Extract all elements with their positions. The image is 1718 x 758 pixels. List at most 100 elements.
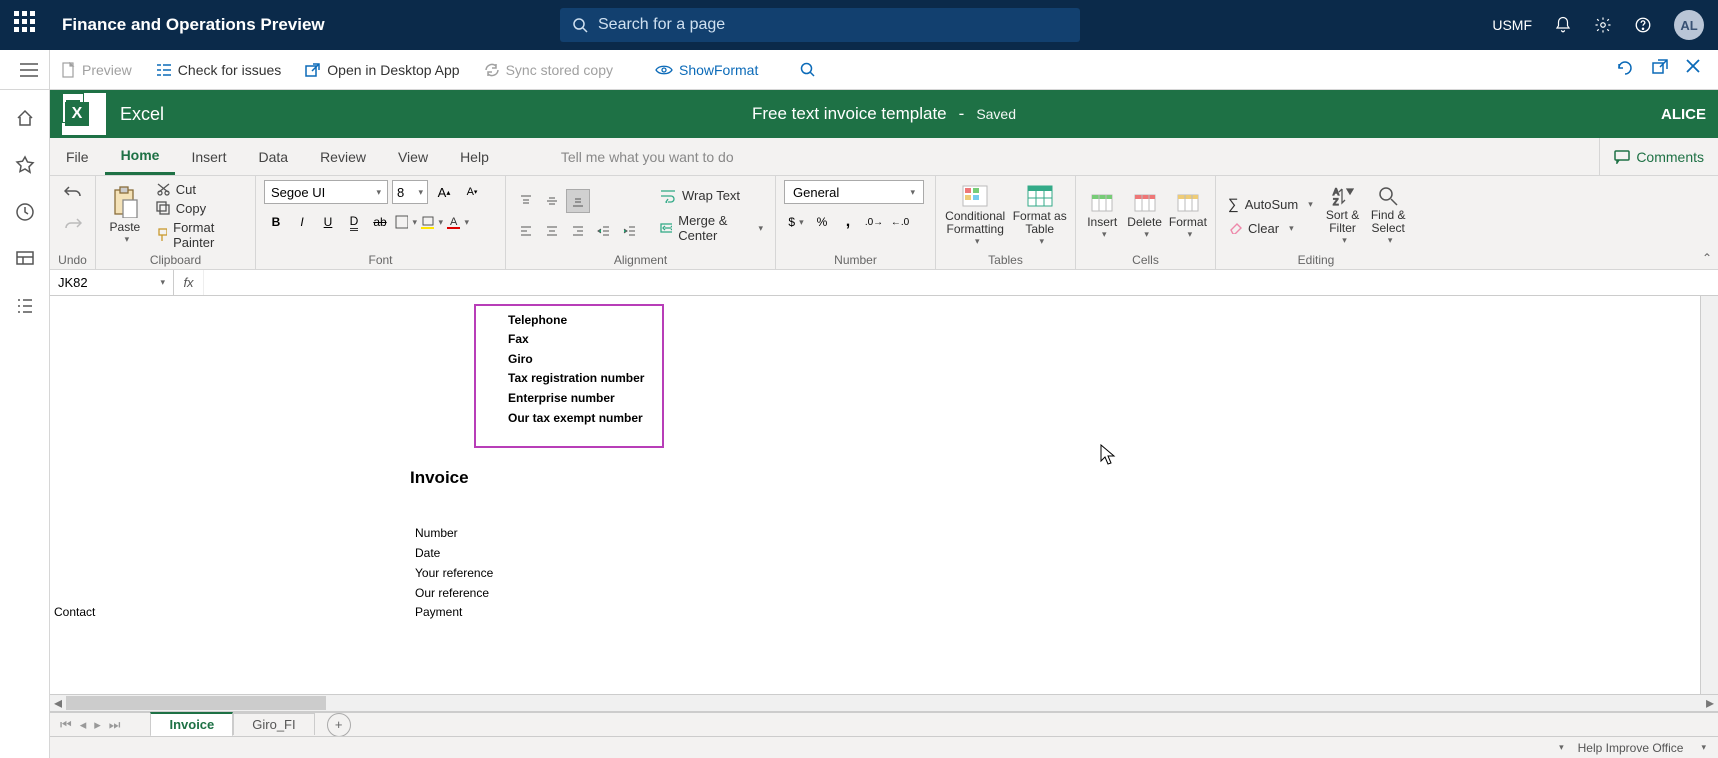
cell-our-ref[interactable]: Our reference <box>415 586 489 600</box>
sheet-tab-invoice[interactable]: Invoice <box>150 712 233 737</box>
nav-workspaces-icon[interactable] <box>15 249 35 274</box>
popout-button[interactable] <box>1652 59 1668 80</box>
horizontal-scrollbar[interactable]: ◂ ▸ <box>50 694 1718 712</box>
cell-giro[interactable]: Giro <box>508 352 533 366</box>
bell-icon[interactable] <box>1554 16 1572 34</box>
cell-tax-exempt[interactable]: Our tax exempt number <box>508 411 643 425</box>
cell-your-ref[interactable]: Your reference <box>415 566 493 580</box>
currency-button[interactable]: $▾ <box>784 210 808 234</box>
cell-enterprise[interactable]: Enterprise number <box>508 391 615 405</box>
tab-insert[interactable]: Insert <box>175 138 242 175</box>
sync-button[interactable]: Sync stored copy <box>484 62 613 78</box>
strikethrough-button[interactable]: ab <box>368 210 392 234</box>
status-menu[interactable]: ▾ <box>1559 742 1564 753</box>
fx-button[interactable]: fx <box>174 270 204 295</box>
collapse-ribbon-button[interactable]: ⌃ <box>1702 251 1712 265</box>
cut-button[interactable]: Cut <box>152 181 247 198</box>
fill-color-button[interactable]: ▾ <box>420 210 444 234</box>
percent-button[interactable]: % <box>810 210 834 234</box>
delete-cells-button[interactable]: Delete▾ <box>1126 191 1162 240</box>
nav-modules-icon[interactable] <box>15 296 35 321</box>
company-code[interactable]: USMF <box>1492 17 1532 33</box>
conditional-formatting-button[interactable]: Conditional Formatting▾ <box>944 184 1006 247</box>
add-sheet-button[interactable]: + <box>327 713 351 737</box>
nav-recent-icon[interactable] <box>15 202 35 227</box>
align-middle-button[interactable] <box>540 189 564 213</box>
align-center-button[interactable] <box>540 219 564 243</box>
tab-help[interactable]: Help <box>444 138 505 175</box>
nav-favorites-icon[interactable] <box>15 155 35 180</box>
border-button[interactable]: ▾ <box>394 210 418 234</box>
global-search[interactable]: Search for a page <box>560 8 1080 42</box>
paste-button[interactable]: Paste▾ <box>104 186 146 245</box>
align-left-button[interactable] <box>514 219 538 243</box>
autosum-button[interactable]: ∑AutoSum▾ <box>1224 195 1317 214</box>
bold-button[interactable]: B <box>264 210 288 234</box>
grow-font-button[interactable]: A▴ <box>432 180 456 204</box>
toolbar-search-button[interactable] <box>800 62 816 78</box>
help-improve-link[interactable]: Help Improve Office <box>1578 741 1684 755</box>
underline-button[interactable]: U <box>316 210 340 234</box>
show-format-button[interactable]: ShowFormat <box>655 62 758 78</box>
cell-telephone[interactable]: Telephone <box>508 313 567 327</box>
align-right-button[interactable] <box>566 219 590 243</box>
nav-toggle[interactable] <box>8 50 50 89</box>
tab-review[interactable]: Review <box>304 138 382 175</box>
open-desktop-button[interactable]: Open in Desktop App <box>305 62 459 78</box>
comments-button[interactable]: Comments <box>1599 138 1718 175</box>
refresh-button[interactable] <box>1616 59 1634 80</box>
clear-button[interactable]: Clear▾ <box>1224 220 1317 237</box>
tab-file[interactable]: File <box>50 138 105 175</box>
cell-tax-reg[interactable]: Tax registration number <box>508 371 644 385</box>
cell-contact[interactable]: Contact <box>54 605 95 619</box>
comma-button[interactable]: , <box>836 210 860 234</box>
sheet-nav-first[interactable]: ⏮ <box>60 717 72 733</box>
format-as-table-button[interactable]: Format as Table▾ <box>1012 184 1067 247</box>
sheet-nav-next[interactable]: ▸ <box>94 717 101 733</box>
close-button[interactable] <box>1686 59 1700 80</box>
tab-view[interactable]: View <box>382 138 444 175</box>
find-select-button[interactable]: Find & Select▾ <box>1368 185 1408 246</box>
insert-cells-button[interactable]: Insert▾ <box>1084 191 1120 240</box>
cell-fax[interactable]: Fax <box>508 332 529 346</box>
cell-invoice-header[interactable]: Invoice <box>410 468 469 488</box>
document-title[interactable]: Free text invoice template <box>752 104 947 124</box>
tab-home[interactable]: Home <box>105 138 176 175</box>
decrease-decimal-button[interactable]: ←.0 <box>888 210 912 234</box>
gear-icon[interactable] <box>1594 16 1612 34</box>
decrease-indent-button[interactable] <box>592 219 616 243</box>
format-painter-button[interactable]: Format Painter <box>152 219 247 251</box>
increase-decimal-button[interactable]: .0→ <box>862 210 886 234</box>
user-avatar[interactable]: AL <box>1674 10 1704 40</box>
increase-indent-button[interactable] <box>618 219 642 243</box>
sort-filter-button[interactable]: AZSort & Filter▾ <box>1323 185 1363 246</box>
align-top-button[interactable] <box>514 189 538 213</box>
cell-number[interactable]: Number <box>415 526 458 540</box>
number-format-select[interactable]: General▾ <box>784 180 924 204</box>
cell-date[interactable]: Date <box>415 546 440 560</box>
redo-button[interactable] <box>61 212 85 236</box>
font-size-select[interactable]: 8▾ <box>392 180 428 204</box>
app-launcher-icon[interactable] <box>14 11 42 39</box>
scroll-left-button[interactable]: ◂ <box>50 695 66 711</box>
zoom-menu[interactable]: ▾ <box>1701 742 1706 753</box>
undo-button[interactable] <box>61 180 85 204</box>
align-bottom-button[interactable] <box>566 189 590 213</box>
copy-button[interactable]: Copy <box>152 200 247 217</box>
sheet-tab-giro[interactable]: Giro_FI <box>233 713 314 735</box>
cell-payment[interactable]: Payment <box>415 605 462 619</box>
spreadsheet-grid[interactable]: Telephone Fax Giro Tax registration numb… <box>50 296 1718 736</box>
sheet-nav-last[interactable]: ⏭ <box>109 717 121 733</box>
name-box[interactable]: JK82▾ <box>50 270 174 295</box>
tab-data[interactable]: Data <box>242 138 304 175</box>
preview-button[interactable]: Preview <box>62 62 132 78</box>
help-icon[interactable] <box>1634 16 1652 34</box>
tell-me-input[interactable]: Tell me what you want to do <box>545 138 750 175</box>
scroll-right-button[interactable]: ▸ <box>1702 695 1718 711</box>
format-cells-button[interactable]: Format▾ <box>1169 191 1207 240</box>
italic-button[interactable]: I <box>290 210 314 234</box>
merge-center-button[interactable]: Merge & Center▾ <box>656 212 767 244</box>
excel-user[interactable]: ALICE <box>1661 106 1706 123</box>
double-underline-button[interactable]: D <box>342 210 366 234</box>
wrap-text-button[interactable]: Wrap Text <box>656 187 767 204</box>
